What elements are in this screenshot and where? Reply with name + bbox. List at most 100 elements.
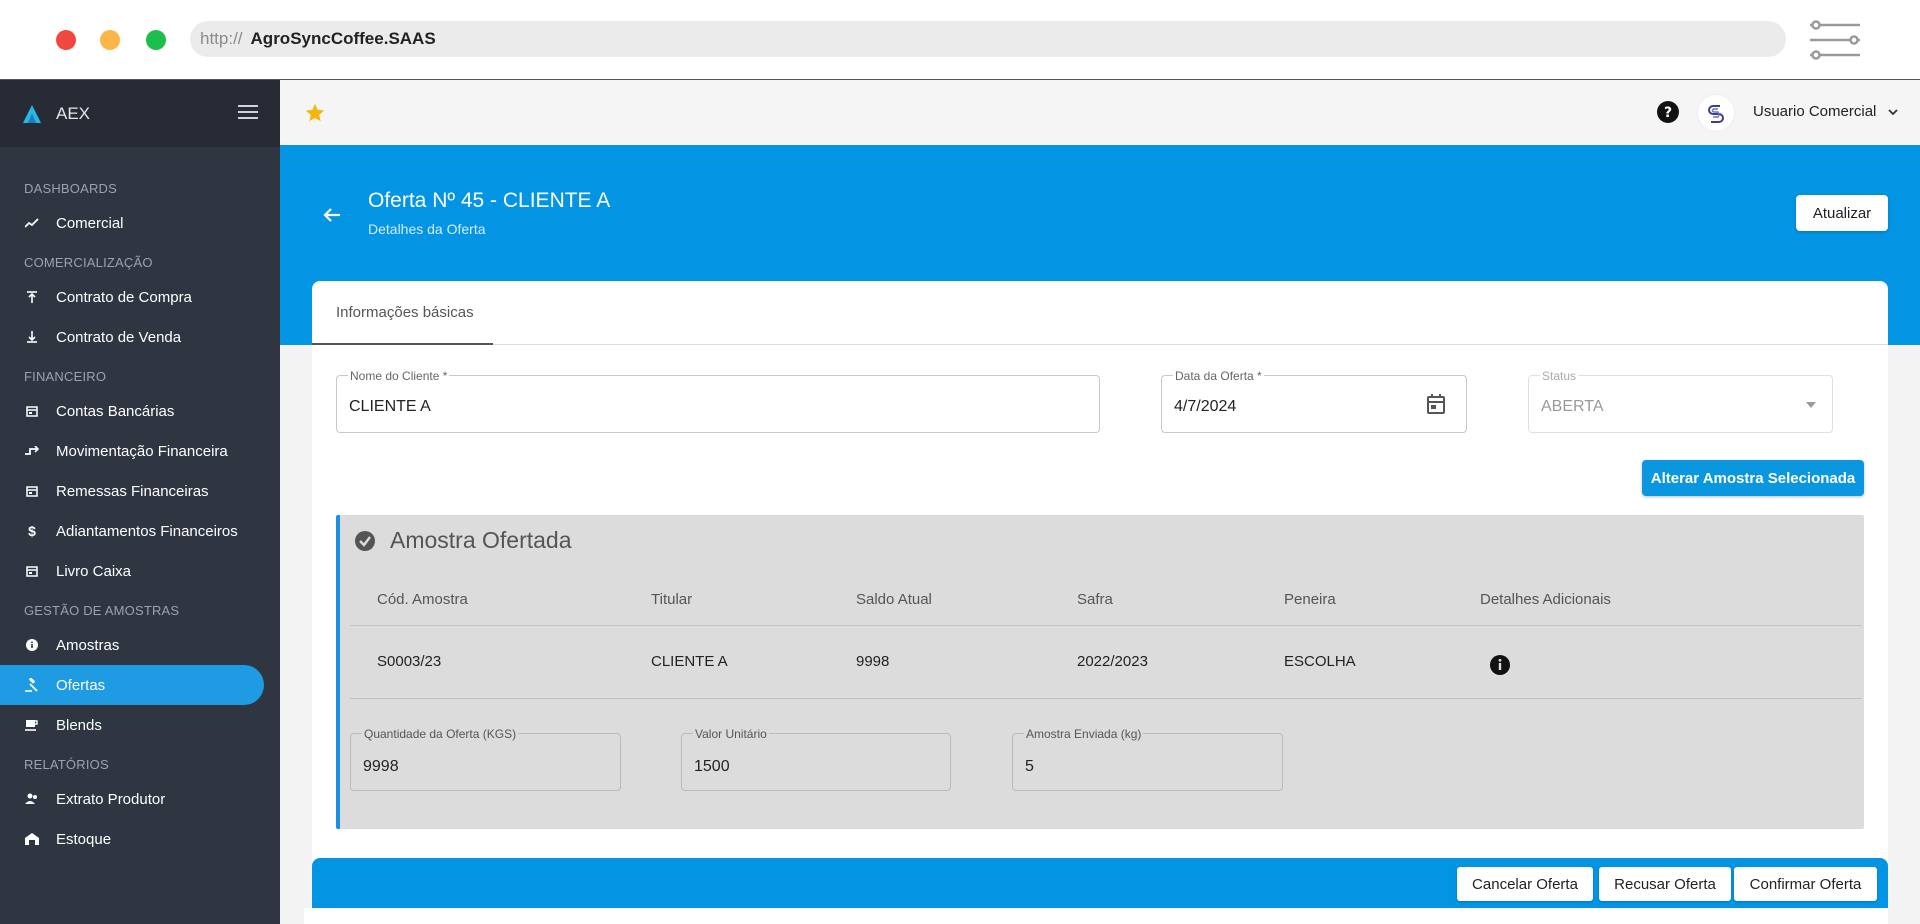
sidebar-item-label: Amostras: [56, 636, 120, 654]
sliders-icon[interactable]: [1808, 20, 1862, 60]
hamburger-menu-icon[interactable]: [238, 104, 258, 120]
transfer-icon: [24, 443, 40, 459]
sidebar-section-financeiro: FINANCEIRO: [24, 369, 107, 384]
close-window-button[interactable]: [56, 30, 76, 50]
confirm-offer-button[interactable]: Confirmar Oferta: [1734, 867, 1877, 901]
sidebar-item-label: Contrato de Venda: [56, 328, 182, 346]
field-value: ABERTA: [1541, 398, 1604, 415]
dollar-icon: $: [28, 523, 36, 539]
info-icon[interactable]: [1489, 654, 1511, 676]
card-bottom: [304, 908, 1888, 924]
url-protocol: http://: [200, 29, 243, 48]
dropdown-arrow-icon: [1806, 402, 1816, 408]
download-icon: [24, 329, 40, 345]
field-label: Status: [1540, 369, 1579, 383]
company-logo-icon: [1708, 105, 1724, 123]
check-circle-icon: [355, 531, 375, 551]
client-name-field[interactable]: Nome do Cliente * CLIENTE A: [336, 369, 1100, 433]
sidebar-item-label: Comercial: [56, 214, 124, 232]
field-label: Nome do Cliente *: [348, 369, 450, 383]
column-header: Cód. Amostra: [377, 591, 468, 608]
field-value: 4/7/2024: [1174, 398, 1237, 415]
address-bar[interactable]: http:// AgroSyncCoffee.SAAS: [190, 21, 1786, 57]
sidebar-item-label: Movimentação Financeira: [56, 442, 228, 460]
calendar-icon: [24, 563, 40, 579]
info-icon: [24, 637, 40, 653]
sidebar-item-remessas-financeiras[interactable]: Remessas Financeiras: [0, 471, 280, 511]
page-title: Oferta Nº 45 - CLIENTE A: [368, 189, 611, 212]
sidebar-item-contrato-compra[interactable]: Contrato de Compra: [0, 277, 280, 317]
column-header: Titular: [651, 591, 693, 608]
field-value: CLIENTE A: [349, 398, 431, 415]
field-value: 5: [1025, 758, 1034, 775]
change-sample-button[interactable]: Alterar Amostra Selecionada: [1642, 460, 1864, 496]
sidebar-item-ofertas[interactable]: Ofertas: [0, 665, 264, 705]
table-cell: 9998: [856, 653, 890, 670]
table-divider: [350, 625, 1862, 626]
sidebar-item-contrato-venda[interactable]: Contrato de Venda: [0, 317, 280, 357]
trending-icon: [24, 215, 40, 231]
table-cell: S0003/23: [377, 653, 442, 670]
sidebar-item-label: Ofertas: [56, 676, 106, 694]
field-label: Data da Oferta *: [1173, 369, 1264, 383]
back-arrow-icon[interactable]: [322, 205, 342, 225]
sidebar-item-contas-bancarias[interactable]: Contas Bancárias: [0, 391, 280, 431]
sidebar-item-livro-caixa[interactable]: Livro Caixa: [0, 551, 280, 591]
favorite-star-icon[interactable]: [304, 102, 326, 124]
warehouse-icon: [24, 831, 40, 847]
logo-icon: [23, 104, 41, 123]
user-name[interactable]: Usuario Comercial: [1753, 103, 1876, 120]
unit-value-field[interactable]: Valor Unitário 1500: [681, 727, 951, 791]
calendar-icon[interactable]: [1426, 393, 1446, 415]
field-label: Quantidade da Oferta (KGS): [362, 727, 519, 741]
calendar-icon: [24, 483, 40, 499]
sidebar-section-relatorios: RELATÓRIOS: [24, 757, 109, 772]
cancel-offer-button[interactable]: Cancelar Oferta: [1457, 867, 1593, 901]
sidebar-item-extrato-produtor[interactable]: Extrato Produtor: [0, 779, 280, 819]
svg-text:?: ?: [1664, 105, 1672, 121]
sample-sent-field[interactable]: Amostra Enviada (kg) 5: [1012, 727, 1283, 791]
field-value: 9998: [363, 758, 399, 775]
refresh-button[interactable]: Atualizar: [1796, 195, 1888, 231]
status-select: Status ABERTA: [1528, 369, 1833, 433]
field-value: 1500: [694, 758, 730, 775]
top-header: ? Usuario Comercial: [280, 80, 1920, 145]
sidebar-item-comercial[interactable]: Comercial: [0, 203, 280, 243]
brand-name: AEX: [56, 103, 91, 123]
offer-quantity-field[interactable]: Quantidade da Oferta (KGS) 9998: [350, 727, 621, 791]
table-cell: 2022/2023: [1077, 653, 1148, 670]
table-divider: [350, 698, 1862, 699]
tab-bar: Informações básicas: [312, 281, 1888, 345]
sidebar-item-label: Blends: [56, 716, 102, 734]
tab-informacoes-basicas[interactable]: Informações básicas: [312, 281, 493, 345]
maximize-window-button[interactable]: [146, 30, 166, 50]
sidebar: AEX DASHBOARDS Comercial COMERCIALIZAÇÃO…: [0, 80, 280, 924]
sidebar-item-label: Contas Bancárias: [56, 402, 175, 420]
sidebar-item-adiantamentos-financeiros[interactable]: $ Adiantamentos Financeiros: [0, 511, 280, 551]
column-header: Detalhes Adicionais: [1480, 591, 1611, 608]
sidebar-section-comercializacao: COMERCIALIZAÇÃO: [24, 255, 153, 270]
sidebar-item-blends[interactable]: Blends: [0, 705, 280, 745]
sidebar-item-amostras[interactable]: Amostras: [0, 625, 280, 665]
sidebar-section-dashboards: DASHBOARDS: [24, 181, 118, 196]
sidebar-item-movimentacao-financeira[interactable]: Movimentação Financeira: [0, 431, 280, 471]
sidebar-item-estoque[interactable]: Estoque: [0, 819, 280, 859]
action-bar: Cancelar Oferta Recusar Oferta Confirmar…: [312, 858, 1888, 908]
avatar[interactable]: [1697, 94, 1735, 132]
calendar-icon: [24, 403, 40, 419]
chevron-down-icon[interactable]: [1887, 106, 1899, 118]
people-icon: [24, 791, 40, 807]
column-header: Peneira: [1284, 591, 1336, 608]
help-icon[interactable]: ?: [1657, 101, 1679, 123]
url-host: AgroSyncCoffee.SAAS: [250, 29, 436, 48]
sidebar-item-label: Livro Caixa: [56, 562, 132, 580]
column-header: Saldo Atual: [856, 591, 932, 608]
table-cell: CLIENTE A: [651, 653, 728, 670]
upload-icon: [24, 289, 40, 305]
sidebar-header: AEX: [0, 80, 280, 147]
minimize-window-button[interactable]: [100, 30, 120, 50]
sidebar-item-label: Estoque: [56, 830, 112, 848]
refuse-offer-button[interactable]: Recusar Oferta: [1599, 867, 1731, 901]
table-cell: ESCOLHA: [1284, 653, 1356, 670]
offer-date-field[interactable]: Data da Oferta * 4/7/2024: [1161, 369, 1467, 433]
